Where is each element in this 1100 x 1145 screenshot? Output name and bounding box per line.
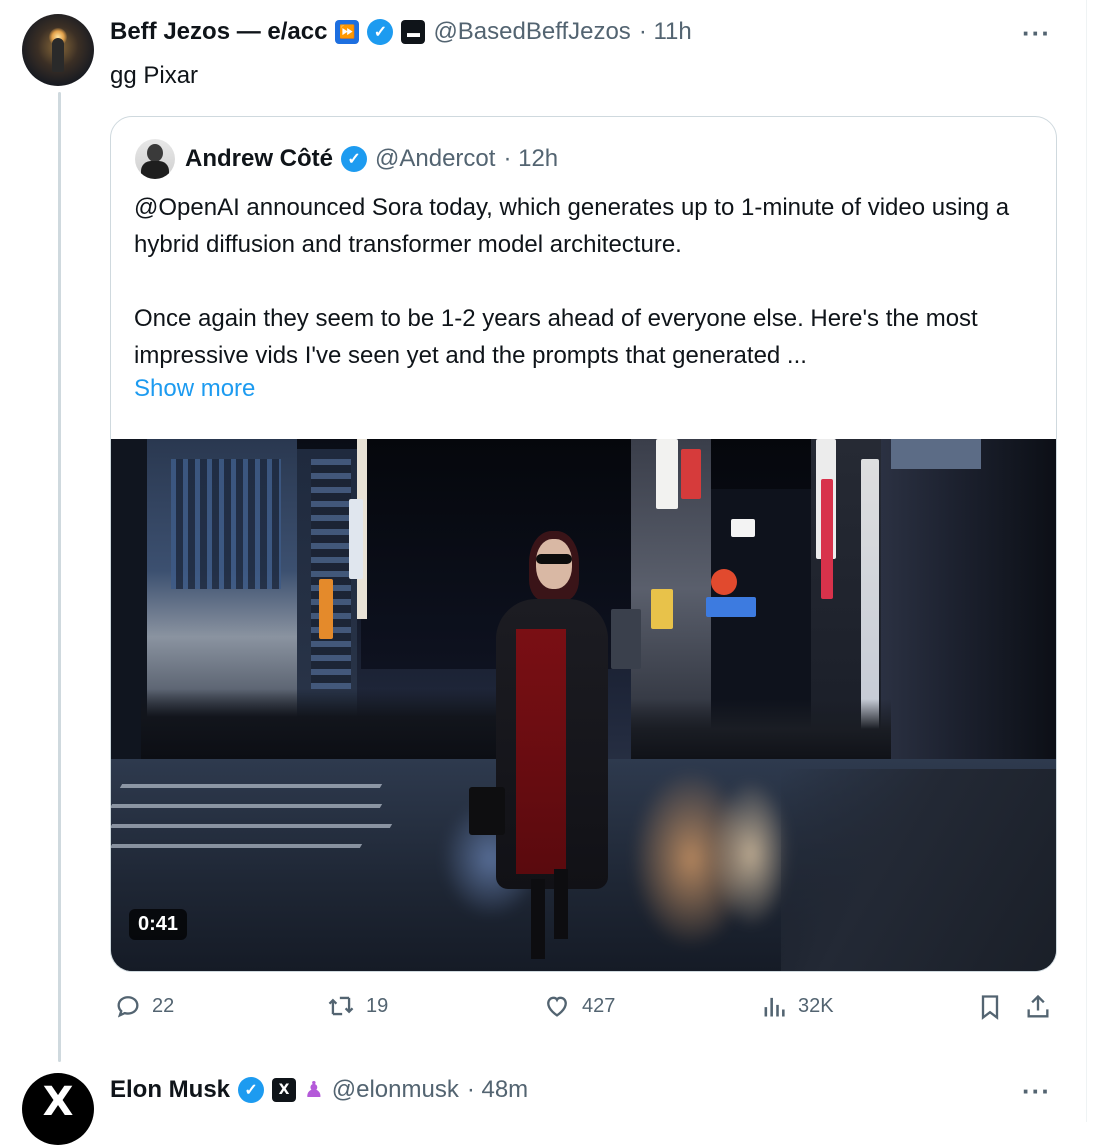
neon-sign — [731, 519, 755, 537]
like-icon — [547, 996, 567, 1017]
flag-badge-icon[interactable]: ▬ — [401, 20, 426, 44]
neon-sign — [651, 589, 673, 629]
quoted-tweet-time[interactable]: · 12h — [503, 145, 558, 173]
crosswalk-stripe — [111, 824, 393, 828]
author-handle[interactable]: @BasedBeffJezos — [433, 18, 630, 46]
quoted-tweet-card[interactable]: Andrew Côté ✓ @Andercot · 12h @OpenAI an… — [110, 116, 1057, 972]
crowd — [141, 689, 501, 759]
crosswalk-stripe — [111, 804, 383, 808]
tweet-time[interactable]: · 11h — [639, 18, 692, 46]
author-handle[interactable]: @elonmusk — [332, 1076, 459, 1104]
neon-sign — [681, 449, 701, 499]
view-count: 32K — [798, 994, 834, 1017]
neon-sign — [861, 459, 879, 739]
share-button[interactable] — [1024, 992, 1052, 1022]
avatar-figure — [52, 38, 64, 72]
light-reflection — [711, 779, 791, 929]
tweet-header: Beff Jezos — e/acc ⏩ ✓ ▬ @BasedBeffJezos… — [110, 18, 692, 46]
quoted-author-avatar[interactable] — [135, 139, 175, 179]
sunglasses — [536, 554, 572, 564]
x-logo-icon: X — [42, 1079, 74, 1125]
neon-sign — [319, 579, 333, 639]
woman-head — [536, 539, 572, 589]
building-windows — [311, 459, 351, 689]
quoted-tweet-paragraph: @OpenAI announced Sora today, which gene… — [134, 194, 1010, 258]
video-player[interactable]: 0:41 — [111, 439, 1056, 971]
woman-leg — [554, 869, 568, 939]
building — [881, 439, 1056, 779]
woman-dress — [516, 629, 566, 874]
show-more-link[interactable]: Show more — [134, 375, 255, 403]
neon-sign — [711, 569, 737, 595]
reply-button[interactable]: 22 — [114, 992, 174, 1020]
avatar[interactable]: X — [22, 1073, 94, 1145]
repost-count: 19 — [366, 994, 389, 1017]
neon-sign — [821, 479, 833, 599]
x-affiliate-badge-icon[interactable]: X — [272, 1078, 297, 1102]
reply-count: 22 — [152, 994, 175, 1017]
quoted-tweet-body: @OpenAI announced Sora today, which gene… — [134, 189, 1034, 374]
verified-badge-icon[interactable]: ✓ — [367, 19, 394, 45]
views-button[interactable]: 32K — [760, 992, 834, 1020]
tweet-actions-bar: 22 19 427 32K — [110, 992, 1055, 1032]
crowd — [631, 699, 891, 759]
neon-sign — [611, 609, 641, 669]
government-badge-icon[interactable]: ♟ — [304, 1077, 324, 1103]
affiliate-badge-icon[interactable]: ⏩ — [335, 20, 360, 44]
author-name[interactable]: Elon Musk — [110, 1076, 230, 1104]
avatar[interactable] — [22, 14, 94, 86]
avatar-head — [147, 144, 163, 162]
verified-badge-icon[interactable]: ✓ — [238, 1077, 265, 1103]
neon-sign — [706, 597, 756, 617]
like-count: 427 — [582, 994, 616, 1017]
views-icon — [764, 997, 785, 1017]
tweet-time[interactable]: · 48m — [467, 1076, 528, 1104]
repost-button[interactable]: 19 — [326, 992, 388, 1020]
share-icon — [1027, 994, 1049, 1018]
handbag — [469, 787, 505, 835]
neon-sign — [349, 499, 363, 579]
thread-connector-line — [58, 92, 61, 1062]
tweet-header: Elon Musk ✓ X ♟ @elonmusk · 48m — [110, 1076, 528, 1104]
quoted-tweet-header: Andrew Côté ✓ @Andercot · 12h — [185, 145, 558, 173]
tweet-text: gg Pixar — [110, 62, 199, 89]
like-button[interactable]: 427 — [542, 992, 615, 1020]
bookmark-button[interactable] — [976, 992, 1004, 1022]
avatar-body — [141, 161, 169, 179]
reply-icon — [117, 996, 139, 1018]
crosswalk-stripe — [119, 784, 383, 788]
building-top — [891, 439, 981, 469]
video-duration-badge: 0:41 — [129, 909, 188, 940]
quoted-tweet-paragraph: Once again they seem to be 1-2 years ahe… — [134, 305, 978, 369]
crosswalk-stripe — [111, 844, 363, 848]
neon-sign — [656, 439, 678, 509]
more-options-icon[interactable]: ··· — [1022, 18, 1051, 49]
column-border — [1086, 0, 1087, 1122]
quoted-author-name[interactable]: Andrew Côté — [185, 145, 333, 173]
woman-leg — [531, 879, 545, 959]
verified-badge-icon: ✓ — [341, 146, 368, 172]
bookmark-icon — [981, 995, 999, 1020]
author-name[interactable]: Beff Jezos — e/acc — [110, 18, 327, 46]
quoted-author-handle[interactable]: @Andercot — [375, 145, 495, 173]
repost-icon — [328, 996, 354, 1016]
more-options-icon[interactable]: ··· — [1022, 1076, 1051, 1107]
building-windows — [171, 459, 281, 589]
sidewalk — [781, 769, 1056, 971]
